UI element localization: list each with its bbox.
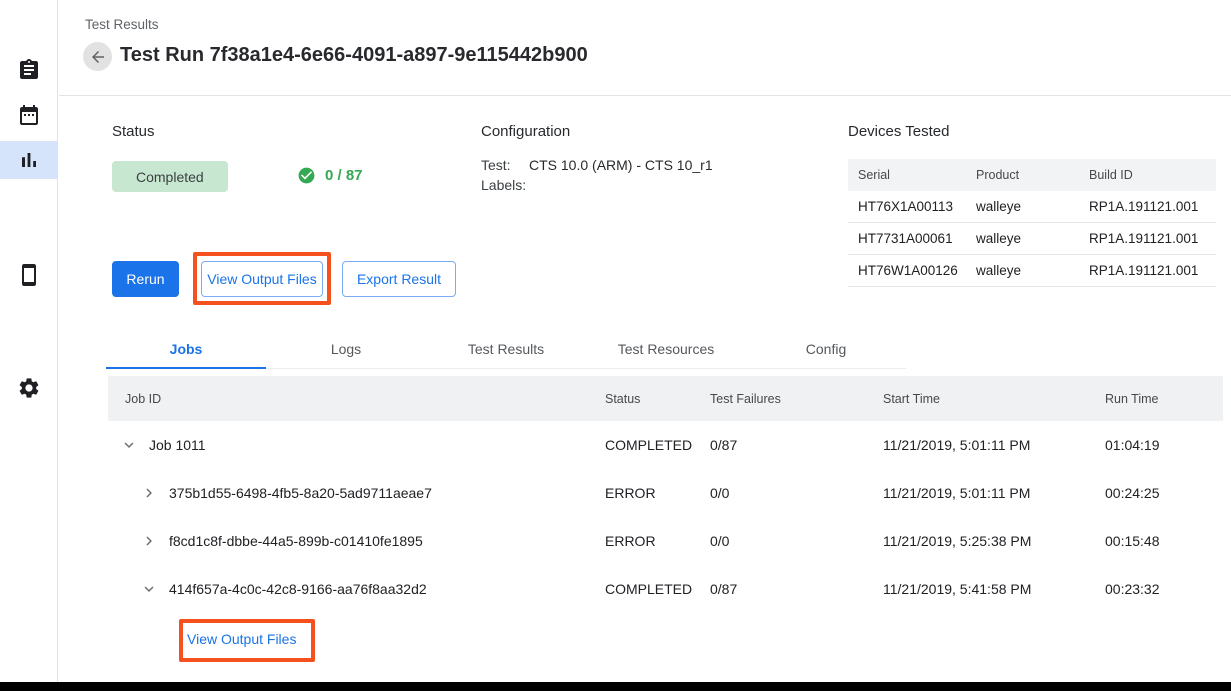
- view-output-files-button[interactable]: View Output Files: [201, 261, 323, 297]
- jobs-table: Job ID Status Test Failures Start Time R…: [108, 376, 1223, 613]
- attempt-row: 414f657a-4c0c-42c8-9166-aa76f8aa32d2 COM…: [108, 565, 1223, 613]
- jobs-col-run-time: Run Time: [1105, 392, 1223, 406]
- jobs-col-status: Status: [605, 392, 710, 406]
- failure-count: 0 / 87: [297, 166, 363, 185]
- job-status: COMPLETED: [605, 437, 710, 453]
- tab-logs[interactable]: Logs: [266, 330, 426, 368]
- tab-bar: Jobs Logs Test Results Test Resources Co…: [106, 330, 906, 369]
- attempt-status: COMPLETED: [605, 581, 710, 597]
- sidebar: [0, 0, 58, 682]
- bar-chart-icon: [17, 148, 41, 172]
- config-labels-label: Labels:: [481, 177, 526, 193]
- attempt-run-time: 00:23:32: [1105, 581, 1223, 597]
- attempt-start-time: 11/21/2019, 5:25:38 PM: [883, 533, 1105, 549]
- sidebar-item-test-plans[interactable]: [0, 51, 58, 89]
- back-button[interactable]: [83, 42, 112, 71]
- view-output-files-link[interactable]: View Output Files: [187, 631, 296, 647]
- attempt-id: f8cd1c8f-dbbe-44a5-899b-c01410fe1895: [169, 533, 423, 549]
- job-id: Job 1011: [149, 437, 206, 453]
- rerun-button[interactable]: Rerun: [112, 261, 179, 297]
- tab-config[interactable]: Config: [746, 330, 906, 368]
- device-row: HT76W1A00126 walleye RP1A.191121.001: [848, 255, 1216, 287]
- page-title: Test Run 7f38a1e4-6e66-4091-a897-9e11544…: [120, 44, 588, 67]
- attempt-status: ERROR: [605, 533, 710, 549]
- job-row: Job 1011 COMPLETED 0/87 11/21/2019, 5:01…: [108, 421, 1223, 469]
- jobs-col-start-time: Start Time: [883, 392, 1105, 406]
- sidebar-item-devices[interactable]: [0, 256, 58, 294]
- clipboard-icon: [17, 58, 41, 82]
- jobs-col-job-id: Job ID: [108, 392, 605, 406]
- attempt-id: 414f657a-4c0c-42c8-9166-aa76f8aa32d2: [169, 581, 427, 597]
- devices-table: Serial Product Build ID HT76X1A00113 wal…: [848, 159, 1216, 287]
- attempt-failures: 0/0: [710, 485, 883, 501]
- attempt-row: 375b1d55-6498-4fb5-8a20-5ad9711aeae7 ERR…: [108, 469, 1223, 517]
- attempt-row: f8cd1c8f-dbbe-44a5-899b-c01410fe1895 ERR…: [108, 517, 1223, 565]
- check-circle-icon: [297, 166, 316, 185]
- job-run-time: 01:04:19: [1105, 437, 1223, 453]
- config-labels-row: Labels:: [481, 177, 526, 193]
- jobs-table-header: Job ID Status Test Failures Start Time R…: [108, 376, 1223, 421]
- arrow-back-icon: [89, 48, 107, 66]
- config-test-value: CTS 10.0 (ARM) - CTS 10_r1: [529, 157, 713, 173]
- export-result-button[interactable]: Export Result: [342, 261, 456, 297]
- attempt-id: 375b1d55-6498-4fb5-8a20-5ad9711aeae7: [169, 485, 432, 501]
- chevron-right-icon[interactable]: [140, 532, 158, 550]
- attempt-run-time: 00:15:48: [1105, 533, 1223, 549]
- sidebar-item-settings[interactable]: [0, 369, 58, 407]
- test-run-details-page: Test Results Test Run 7f38a1e4-6e66-4091…: [0, 0, 1231, 691]
- configuration-heading: Configuration: [481, 123, 570, 140]
- attempt-failures: 0/0: [710, 533, 883, 549]
- chevron-down-icon[interactable]: [140, 580, 158, 598]
- attempt-run-time: 00:24:25: [1105, 485, 1223, 501]
- config-test-label: Test:: [481, 157, 511, 173]
- devices-col-serial: Serial: [858, 168, 976, 182]
- device-row: HT76X1A00113 walleye RP1A.191121.001: [848, 191, 1216, 223]
- attempt-status: ERROR: [605, 485, 710, 501]
- attempt-start-time: 11/21/2019, 5:01:11 PM: [883, 485, 1105, 501]
- device-row: HT7731A00061 walleye RP1A.191121.001: [848, 223, 1216, 255]
- chevron-down-icon[interactable]: [120, 436, 138, 454]
- sidebar-item-test-results[interactable]: [0, 141, 58, 179]
- main-content: Test Results Test Run 7f38a1e4-6e66-4091…: [59, 0, 1231, 682]
- tab-jobs[interactable]: Jobs: [106, 330, 266, 368]
- settings-icon: [17, 376, 41, 400]
- tab-test-results[interactable]: Test Results: [426, 330, 586, 368]
- bottom-bar: [0, 682, 1231, 691]
- attempt-failures: 0/87: [710, 581, 883, 597]
- status-badge: Completed: [112, 161, 228, 192]
- failure-count-value: 0 / 87: [325, 167, 363, 184]
- smartphone-icon: [17, 263, 41, 287]
- calendar-icon: [17, 103, 41, 127]
- status-heading: Status: [112, 123, 155, 140]
- devices-table-header: Serial Product Build ID: [848, 159, 1216, 191]
- breadcrumb: Test Results: [85, 17, 159, 32]
- job-start-time: 11/21/2019, 5:01:11 PM: [883, 437, 1105, 453]
- job-failures: 0/87: [710, 437, 883, 453]
- devices-col-product: Product: [976, 168, 1089, 182]
- attempt-start-time: 11/21/2019, 5:41:58 PM: [883, 581, 1105, 597]
- devices-tested-heading: Devices Tested: [848, 123, 949, 140]
- config-test-row: Test: CTS 10.0 (ARM) - CTS 10_r1: [481, 157, 511, 173]
- header-divider: [59, 95, 1231, 96]
- jobs-col-test-failures: Test Failures: [710, 392, 883, 406]
- tab-test-resources[interactable]: Test Resources: [586, 330, 746, 368]
- chevron-right-icon[interactable]: [140, 484, 158, 502]
- sidebar-item-schedule[interactable]: [0, 96, 58, 134]
- devices-col-build-id: Build ID: [1089, 168, 1216, 182]
